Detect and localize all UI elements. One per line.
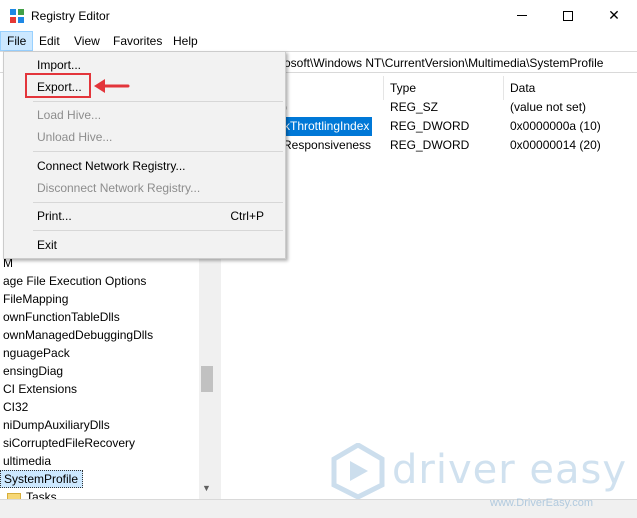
watermark: driver easy www.DriverEasy.com [330,435,630,515]
maximize-button[interactable] [545,0,591,31]
tree-item[interactable]: nguagePack [0,344,70,362]
menu-separator [33,151,283,152]
minimize-icon [517,15,527,16]
watermark-brand: driver easy [392,447,628,493]
close-button[interactable]: ✕ [591,0,637,31]
watermark-url: www.DriverEasy.com [490,497,594,509]
maximize-icon [563,10,573,21]
title-bar: Registry Editor ✕ [0,0,637,31]
menu-favorites[interactable]: Favorites [107,31,168,51]
tree-item[interactable]: ownManagedDebuggingDlls [0,326,153,344]
column-data[interactable]: Data [510,81,535,95]
tree-item[interactable]: ultimedia [0,452,51,470]
value-type: REG_DWORD [390,138,470,152]
value-data: 0x0000000a (10) [510,119,601,133]
value-type: REG_DWORD [390,119,470,133]
tree-item[interactable]: Tasks [0,488,57,499]
tree-item[interactable]: FileMapping [0,290,68,308]
driver-easy-logo-icon [331,443,385,499]
value-name: kThrottlingIndex [281,117,373,136]
tree-item[interactable]: siCorruptedFileRecovery [0,434,135,452]
scrollbar-thumb[interactable] [201,366,213,392]
tree-item[interactable]: age File Execution Options [0,272,146,290]
tree-item[interactable]: ownFunctionTableDlls [0,308,120,326]
tree-item[interactable]: CI Extensions [0,380,77,398]
menu-item-print-label: Print... [37,209,72,223]
registry-editor-icon [10,9,24,23]
column-type[interactable]: Type [390,81,416,95]
minimize-button[interactable] [499,0,545,31]
value-data: (value not set) [510,100,587,114]
address-path: rosoft\Windows NT\CurrentVersion\Multime… [280,56,604,70]
menu-separator [33,101,283,102]
menu-bar: File Edit View Favorites Help [0,31,637,51]
value-name: Responsiveness [283,138,372,152]
column-divider[interactable] [503,76,504,100]
tree-item-label: Tasks [26,490,57,499]
tree-item[interactable]: CI32 [0,398,28,416]
window-title: Registry Editor [31,9,110,23]
value-type: REG_SZ [390,100,439,114]
menu-separator [33,202,283,203]
close-icon: ✕ [608,7,620,23]
column-divider[interactable] [383,76,384,100]
export-highlight-box [25,73,91,98]
menu-item-disconnect-network-registry: Disconnect Network Registry... [37,181,201,195]
menu-file[interactable]: File [0,31,34,51]
tree-item-selected[interactable]: SystemProfile [0,470,84,488]
menu-item-print-shortcut: Ctrl+P [230,209,264,223]
menu-item-unload-hive: Unload Hive... [37,130,113,144]
scroll-down-icon[interactable]: ▼ [202,483,211,493]
menu-view[interactable]: View [68,31,106,51]
menu-separator [33,230,283,231]
menu-item-load-hive: Load Hive... [37,108,102,122]
tree-item[interactable]: ensingDiag [0,362,63,380]
tree-item[interactable]: niDumpAuxiliaryDlls [0,416,110,434]
menu-edit[interactable]: Edit [33,31,66,51]
arrow-left-icon [94,79,130,93]
value-data: 0x00000014 (20) [510,138,601,152]
menu-item-exit[interactable]: Exit [5,234,284,256]
menu-help[interactable]: Help [167,31,204,51]
menu-item-print[interactable]: Print... Ctrl+P [5,205,284,227]
menu-item-connect-network-registry[interactable]: Connect Network Registry... [5,155,284,177]
